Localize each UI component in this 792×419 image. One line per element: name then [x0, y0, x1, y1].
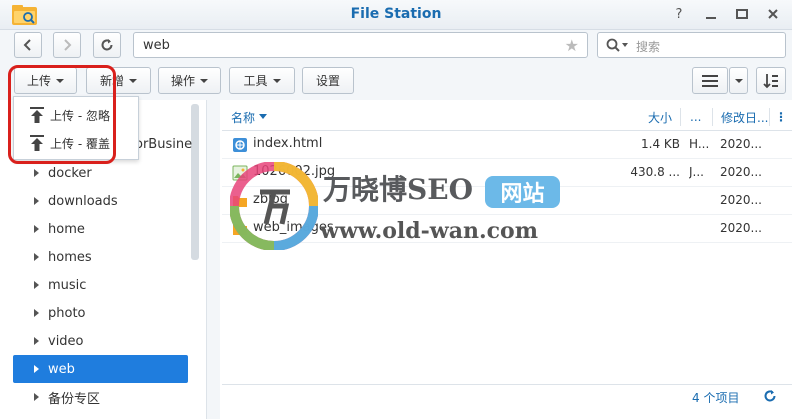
- chevron-left-icon: [23, 39, 31, 51]
- watermark-logo-icon: [230, 162, 318, 250]
- file-type: H...: [689, 137, 710, 151]
- column-name-label: 名称: [231, 110, 256, 125]
- sort-asc-icon: [259, 114, 268, 119]
- tree-item-backup[interactable]: 备份专区: [13, 383, 188, 411]
- chevron-right-icon: [34, 169, 39, 177]
- path-value: web: [143, 38, 170, 53]
- file-modified: 2020...: [720, 193, 762, 207]
- chevron-right-icon: [64, 39, 72, 51]
- view-list-button[interactable]: [692, 67, 728, 94]
- watermark: 万晓博SEO 网站 www.old-wan.com: [230, 162, 590, 252]
- tree-item-label: photo: [48, 305, 86, 321]
- column-options-icon[interactable]: ⋮: [775, 104, 787, 130]
- refresh-icon: [101, 39, 113, 51]
- chevron-right-icon: [34, 337, 39, 345]
- table-row[interactable]: index.html 1.4 KB H... 2020...: [222, 131, 792, 159]
- file-modified: 2020...: [720, 165, 762, 179]
- file-type: J...: [689, 165, 704, 179]
- help-icon[interactable]: ?: [671, 6, 687, 22]
- sort-icon: [763, 73, 778, 88]
- tree-item-homes[interactable]: homes: [13, 243, 188, 271]
- watermark-url: www.old-wan.com: [320, 218, 539, 244]
- tree-item-home[interactable]: home: [13, 215, 188, 243]
- tree-item-label: video: [48, 333, 84, 349]
- tree-item-label: 备份专区: [48, 391, 101, 407]
- column-header-name[interactable]: 名称: [231, 104, 268, 130]
- tree-item-video[interactable]: video: [13, 327, 188, 355]
- column-header-size[interactable]: 大小: [648, 104, 672, 130]
- action-label: 操作: [170, 74, 195, 88]
- chevron-down-icon: [129, 78, 137, 83]
- refresh-icon[interactable]: [763, 389, 777, 403]
- tree-item-music[interactable]: music: [13, 271, 188, 299]
- settings-button[interactable]: 设置: [302, 67, 354, 94]
- path-input[interactable]: web ★: [133, 32, 588, 58]
- search-icon: [606, 38, 628, 52]
- chevron-right-icon: [34, 365, 39, 373]
- chevron-right-icon: [34, 225, 39, 233]
- file-size: 430.8 ...: [630, 165, 680, 179]
- item-count: 4 个项目: [692, 391, 740, 405]
- column-header-modified[interactable]: 修改日...: [721, 104, 768, 130]
- tools-label: 工具: [243, 74, 268, 88]
- chevron-down-icon: [734, 78, 743, 83]
- tree-item-photo[interactable]: photo: [13, 299, 188, 327]
- tree-item-label: music: [48, 277, 87, 293]
- chevron-right-icon: [34, 309, 39, 317]
- highlight-box: [8, 65, 116, 164]
- tree-scrollbar[interactable]: [191, 104, 199, 260]
- chevron-down-icon: [272, 78, 281, 83]
- chevron-right-icon: [34, 197, 39, 205]
- file-name: index.html: [253, 136, 323, 151]
- watermark-badge: 网站: [485, 176, 560, 208]
- column-divider: [680, 108, 681, 126]
- forward-button[interactable]: [53, 32, 81, 58]
- minimize-icon[interactable]: [703, 6, 719, 22]
- tree-item-label: docker: [48, 165, 92, 181]
- search-placeholder: 搜索: [636, 40, 661, 54]
- chevron-right-icon: [34, 253, 39, 261]
- column-header-type[interactable]: ...: [690, 104, 701, 130]
- file-modified: 2020...: [720, 137, 762, 151]
- title-bar: File Station ?: [0, 0, 792, 30]
- file-modified: 2020...: [720, 221, 762, 235]
- maximize-icon[interactable]: [734, 6, 750, 22]
- chevron-down-icon: [200, 78, 208, 83]
- column-divider: [712, 108, 713, 126]
- view-options-button[interactable]: [729, 67, 748, 94]
- status-bar: 4 个项目: [222, 384, 792, 406]
- tree-item-label: downloads: [48, 193, 118, 209]
- action-button[interactable]: 操作: [158, 67, 221, 94]
- search-input[interactable]: 搜索: [597, 32, 786, 58]
- close-icon[interactable]: [765, 6, 781, 22]
- favorite-star-icon[interactable]: ★: [565, 36, 579, 55]
- tree-item-label: home: [48, 221, 85, 237]
- chevron-right-icon: [34, 281, 39, 289]
- watermark-title: 万晓博SEO: [323, 173, 473, 206]
- tree-item-label: web: [48, 361, 75, 377]
- html-file-icon: [233, 138, 247, 152]
- sort-button[interactable]: [756, 67, 786, 94]
- list-view-icon: [702, 74, 718, 87]
- tree-item-partial-label: orBusine: [135, 137, 193, 152]
- back-button[interactable]: [14, 32, 42, 58]
- column-divider: [769, 108, 770, 126]
- refresh-button[interactable]: [93, 32, 121, 58]
- tree-item-label: homes: [48, 249, 92, 265]
- tools-button[interactable]: 工具: [229, 67, 295, 94]
- file-size: 1.4 KB: [641, 137, 680, 151]
- tree-item-web[interactable]: web: [13, 355, 188, 383]
- tree-item-downloads[interactable]: downloads: [13, 187, 188, 215]
- settings-label: 设置: [315, 74, 340, 88]
- chevron-right-icon: [34, 393, 39, 401]
